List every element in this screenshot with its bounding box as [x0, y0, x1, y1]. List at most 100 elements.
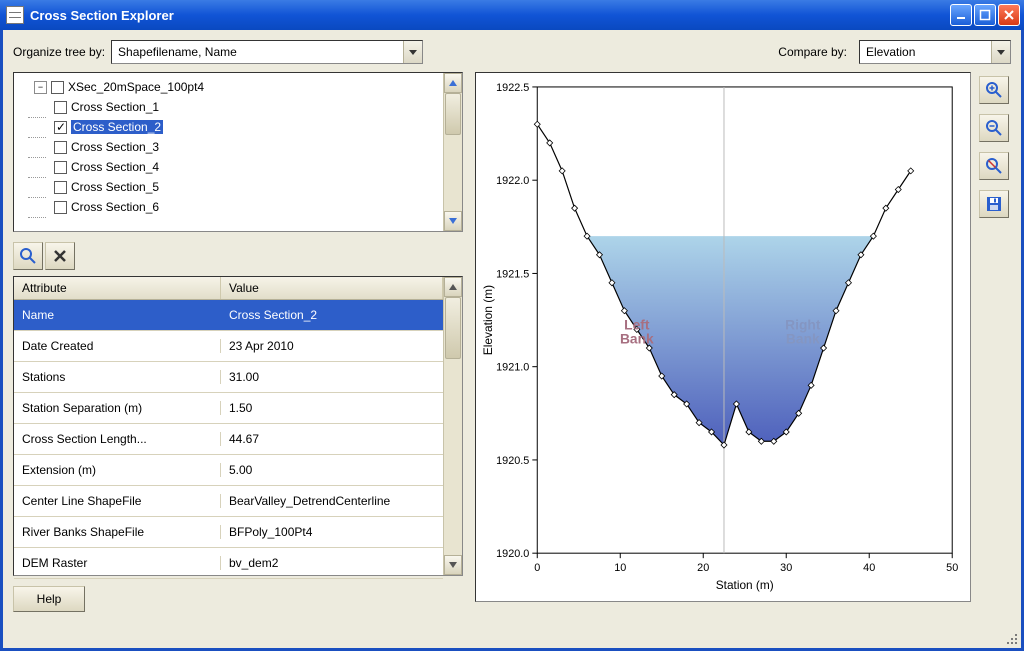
- checkbox[interactable]: [54, 201, 67, 214]
- tree-root[interactable]: − XSec_20mSpace_100pt4: [16, 77, 441, 97]
- save-icon: [985, 195, 1003, 213]
- table-row[interactable]: Extension (m)5.00: [14, 455, 443, 486]
- tree-item-label: Cross Section_3: [71, 140, 159, 154]
- delete-button[interactable]: [45, 242, 75, 270]
- y-tick-label: 1921.5: [496, 268, 529, 280]
- checkbox[interactable]: [54, 161, 67, 174]
- zoom-reset-button[interactable]: [979, 152, 1009, 180]
- table-scrollbar[interactable]: [443, 277, 462, 575]
- chart-area[interactable]: 010203040501920.01920.51921.01921.51922.…: [475, 72, 971, 602]
- checkbox[interactable]: [54, 181, 67, 194]
- tree-item-label: Cross Section_1: [71, 100, 159, 114]
- table-row[interactable]: Station Separation (m)1.50: [14, 393, 443, 424]
- maximize-button[interactable]: [974, 4, 996, 26]
- scroll-up-button[interactable]: [444, 73, 462, 93]
- table-row[interactable]: Center Line ShapeFileBearValley_DetrendC…: [14, 486, 443, 517]
- zoom-to-button[interactable]: [13, 242, 43, 270]
- tree-item[interactable]: Cross Section_4: [16, 157, 441, 177]
- help-label: Help: [37, 592, 62, 606]
- zoom-in-button[interactable]: [979, 76, 1009, 104]
- organize-value: Shapefilename, Name: [112, 45, 403, 59]
- tree-view[interactable]: − XSec_20mSpace_100pt4 Cross Section_1 Cros…: [13, 72, 463, 232]
- y-tick-label: 1922.5: [496, 82, 529, 94]
- chevron-down-icon[interactable]: [991, 41, 1010, 63]
- cell-attribute: Stations: [14, 370, 221, 384]
- tree-item[interactable]: Cross Section_5: [16, 177, 441, 197]
- cell-attribute: River Banks ShapeFile: [14, 525, 221, 539]
- y-tick-label: 1920.0: [496, 548, 529, 560]
- cell-attribute: Station Separation (m): [14, 401, 221, 415]
- top-toolbar: Organize tree by: Shapefilename, Name Co…: [13, 40, 1011, 64]
- close-button[interactable]: [998, 4, 1020, 26]
- right-pane: 010203040501920.01920.51921.01921.51922.…: [475, 72, 1011, 617]
- titlebar: Cross Section Explorer: [0, 0, 1024, 30]
- checkbox[interactable]: [54, 141, 67, 154]
- x-tick-label: 50: [946, 562, 958, 574]
- save-chart-button[interactable]: [979, 190, 1009, 218]
- table-row[interactable]: NameCross Section_2: [14, 300, 443, 331]
- tree-item-label: Cross Section_4: [71, 160, 159, 174]
- header-attribute[interactable]: Attribute: [14, 277, 221, 299]
- window-title: Cross Section Explorer: [30, 8, 948, 23]
- y-tick-label: 1920.5: [496, 455, 529, 467]
- checkbox[interactable]: [54, 121, 67, 134]
- scroll-thumb[interactable]: [445, 93, 461, 135]
- y-tick-label: 1922.0: [496, 175, 529, 187]
- scroll-thumb[interactable]: [445, 297, 461, 359]
- cell-value: 1.50: [221, 401, 443, 415]
- left-pane: − XSec_20mSpace_100pt4 Cross Section_1 Cros…: [13, 72, 463, 617]
- table-row[interactable]: Date Created23 Apr 2010: [14, 331, 443, 362]
- cell-attribute: DEM Raster: [14, 556, 221, 570]
- tree-item[interactable]: Cross Section_1: [16, 97, 441, 117]
- expander-icon[interactable]: −: [34, 81, 47, 94]
- help-button[interactable]: Help: [13, 586, 85, 612]
- resize-grip[interactable]: [1003, 630, 1017, 644]
- data-marker: [559, 168, 565, 174]
- cell-attribute: Extension (m): [14, 463, 221, 477]
- compare-label: Compare by:: [778, 45, 847, 59]
- table-row[interactable]: DEM Rasterbv_dem2: [14, 548, 443, 579]
- y-tick-label: 1921.0: [496, 362, 529, 374]
- cell-attribute: Name: [14, 308, 221, 322]
- cell-value: BearValley_DetrendCenterline: [221, 494, 443, 508]
- chart-toolbar: [979, 72, 1011, 617]
- table-row[interactable]: Cross Section Length...44.67: [14, 424, 443, 455]
- tree-item[interactable]: Cross Section_2: [16, 117, 441, 137]
- chevron-down-icon[interactable]: [403, 41, 422, 63]
- zoom-out-button[interactable]: [979, 114, 1009, 142]
- scroll-down-button[interactable]: [444, 555, 462, 575]
- cell-attribute: Cross Section Length...: [14, 432, 221, 446]
- scroll-up-button[interactable]: [444, 277, 462, 297]
- zoom-to-icon: [19, 247, 37, 265]
- cell-value: Cross Section_2: [221, 308, 443, 322]
- tree-item-label: Cross Section_6: [71, 200, 159, 214]
- zoom-out-icon: [985, 119, 1003, 137]
- compare-combo[interactable]: Elevation: [859, 40, 1011, 64]
- app-window: Cross Section Explorer Organize tree by:…: [0, 0, 1024, 651]
- zoom-in-icon: [985, 81, 1003, 99]
- tree-toolbar: [13, 242, 463, 270]
- tree-scrollbar[interactable]: [443, 73, 462, 231]
- checkbox[interactable]: [54, 101, 67, 114]
- tree-root-label: XSec_20mSpace_100pt4: [68, 80, 204, 94]
- delete-icon: [52, 248, 68, 264]
- x-tick-label: 30: [780, 562, 792, 574]
- header-value[interactable]: Value: [221, 277, 443, 299]
- organize-combo[interactable]: Shapefilename, Name: [111, 40, 423, 64]
- table-row[interactable]: Stations31.00: [14, 362, 443, 393]
- y-axis-label: Elevation (m): [481, 285, 495, 355]
- tree-item[interactable]: Cross Section_6: [16, 197, 441, 217]
- compare-value: Elevation: [860, 45, 991, 59]
- cell-value: 5.00: [221, 463, 443, 477]
- x-axis-label: Station (m): [716, 578, 774, 592]
- tree-item[interactable]: Cross Section_3: [16, 137, 441, 157]
- cell-value: 31.00: [221, 370, 443, 384]
- checkbox[interactable]: [51, 81, 64, 94]
- minimize-button[interactable]: [950, 4, 972, 26]
- scroll-down-button[interactable]: [444, 211, 462, 231]
- attribute-table[interactable]: Attribute Value NameCross Section_2Date …: [13, 276, 463, 576]
- x-tick-label: 10: [614, 562, 626, 574]
- x-tick-label: 40: [863, 562, 875, 574]
- cell-attribute: Center Line ShapeFile: [14, 494, 221, 508]
- table-row[interactable]: River Banks ShapeFileBFPoly_100Pt4: [14, 517, 443, 548]
